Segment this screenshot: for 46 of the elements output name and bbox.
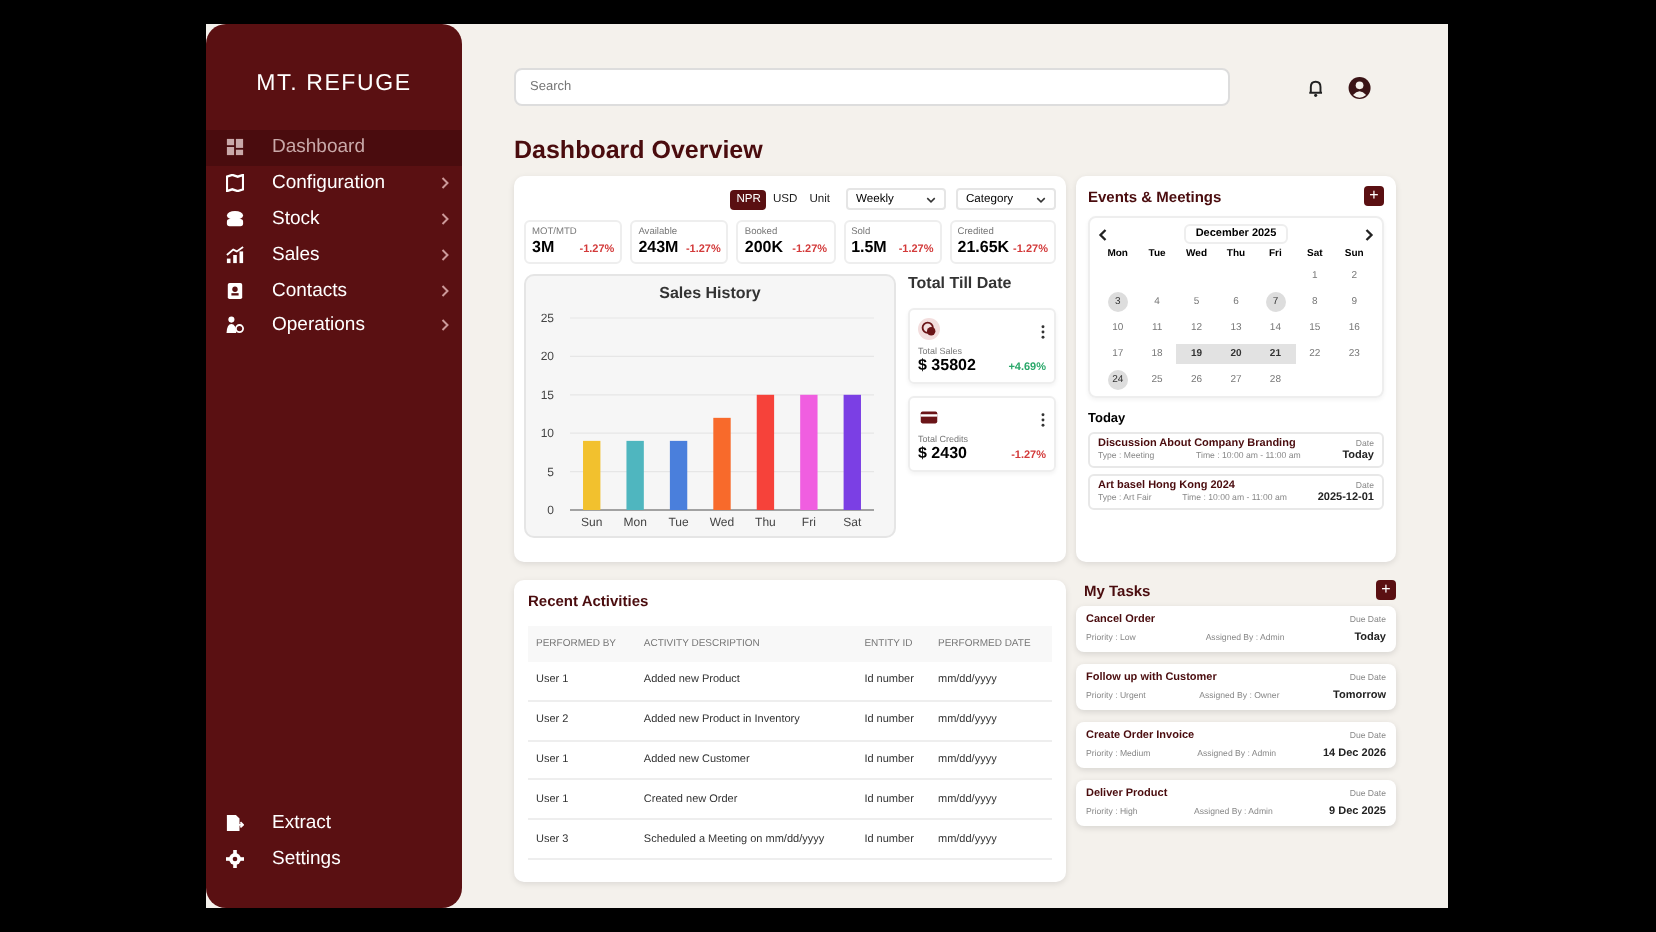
contact-icon xyxy=(226,281,244,300)
nav-item[interactable]: Operations xyxy=(206,307,462,344)
nav-item[interactable]: Settings xyxy=(206,840,462,876)
chevron-right-icon[interactable] xyxy=(1364,227,1374,241)
bar xyxy=(756,394,775,510)
total-value: $ 2430 xyxy=(918,444,967,462)
metric-value: 21.65K xyxy=(957,238,1010,256)
bar xyxy=(583,440,601,510)
metric-value: 1.5M xyxy=(851,238,887,256)
nav-item[interactable]: Contacts xyxy=(206,272,462,308)
chevron-down-icon xyxy=(1036,195,1046,203)
people-icon xyxy=(226,316,244,335)
brand-logo: MT. REFUGE xyxy=(254,72,414,96)
section-title: Total Till Date xyxy=(908,274,1014,292)
metric-value: 200K xyxy=(744,238,783,256)
bar xyxy=(626,440,644,510)
bar xyxy=(669,440,688,510)
box-icon xyxy=(226,209,244,228)
bar xyxy=(713,417,731,510)
add-button[interactable]: + xyxy=(1376,580,1396,600)
notification-bell-icon[interactable] xyxy=(1305,77,1325,97)
total-value: $ 35802 xyxy=(918,356,976,374)
nav-item[interactable]: Stock xyxy=(206,201,462,237)
coin-icon xyxy=(918,318,940,340)
page-title: Dashboard Overview xyxy=(514,136,765,164)
settings-icon xyxy=(226,849,244,868)
map-icon xyxy=(226,174,244,193)
grid-icon xyxy=(226,138,244,157)
chevron-left-icon[interactable] xyxy=(1098,227,1108,241)
add-button[interactable]: + xyxy=(1364,186,1384,206)
credit-card-icon xyxy=(918,406,940,428)
chart-title: Sales History xyxy=(657,284,763,302)
export-icon xyxy=(226,813,244,832)
metric-value: 243M xyxy=(638,238,679,256)
more-options-icon[interactable] xyxy=(1040,412,1046,428)
user-avatar-icon[interactable] xyxy=(1348,75,1372,99)
nav-item[interactable]: Dashboard xyxy=(206,130,462,166)
bar xyxy=(800,394,818,510)
bar xyxy=(843,394,861,510)
nav-item[interactable]: Configuration xyxy=(206,165,462,202)
chevron-down-icon xyxy=(926,195,936,203)
more-options-icon[interactable] xyxy=(1040,324,1046,340)
nav-item[interactable]: Extract xyxy=(206,804,462,841)
metric-value: 3M xyxy=(532,238,555,256)
chart-icon xyxy=(226,245,244,264)
nav-item[interactable]: Sales xyxy=(206,236,462,273)
